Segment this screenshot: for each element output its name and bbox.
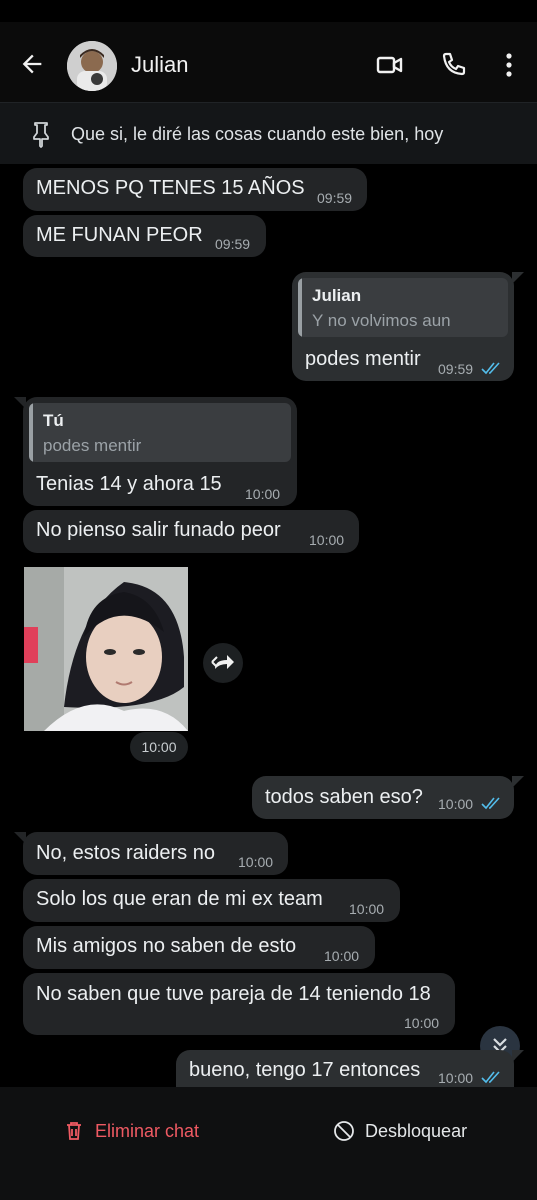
message-time: 10:00: [438, 796, 474, 812]
trash-icon: [67, 1122, 81, 1140]
message-bubble[interactable]: Solo los que eran de mi ex team 10:00: [23, 879, 400, 922]
message-time: 09:59: [438, 361, 474, 377]
message-time: 10:00: [130, 732, 188, 762]
contact-name[interactable]: Julian: [131, 52, 188, 78]
video-call-icon[interactable]: [375, 50, 405, 80]
unblock-button[interactable]: Desbloquear: [365, 1121, 467, 1142]
quote-bar: [29, 403, 33, 462]
message-bubble[interactable]: Julian Y no volvimos aun podes mentir 09…: [292, 272, 514, 381]
message-text: Mis amigos no saben de esto: [36, 935, 297, 957]
forward-icon: [211, 655, 234, 669]
message-bubble[interactable]: No, estos raiders no 10:00: [23, 832, 288, 875]
photo-image: [24, 567, 188, 731]
read-ticks-icon: [481, 1071, 500, 1084]
read-ticks-icon: [481, 797, 500, 810]
message-bubble[interactable]: MENOS PQ TENES 15 AÑOS 09:59: [23, 168, 367, 211]
message-time: 10:00: [404, 1015, 440, 1031]
message-bubble[interactable]: Mis amigos no saben de esto 10:00: [23, 926, 375, 969]
message-time: 09:59: [317, 190, 353, 206]
photo-message[interactable]: [24, 567, 188, 731]
chat-header: Julian: [0, 22, 537, 102]
quote-text: podes mentir: [43, 436, 142, 455]
message-text: ME FUNAN PEOR: [36, 224, 203, 246]
message-time: 10:00: [238, 854, 274, 870]
reply-quote[interactable]: Tú podes mentir: [29, 403, 291, 462]
avatar[interactable]: [67, 41, 117, 91]
message-time: 10:00: [438, 1070, 474, 1086]
message-bubble[interactable]: No saben que tuve pareja de 14 teniendo …: [23, 973, 455, 1035]
quote-author: Julian: [312, 286, 362, 305]
message-bubble[interactable]: No pienso salir funado peor 10:00: [23, 510, 359, 553]
back-arrow-icon[interactable]: [18, 50, 46, 78]
pin-icon: [33, 122, 49, 148]
bubble-tail: [512, 1050, 524, 1062]
read-ticks-icon: [481, 362, 500, 375]
quote-bar: [298, 278, 302, 337]
phone-icon[interactable]: [438, 50, 468, 80]
message-text: Solo los que eran de mi ex team: [36, 888, 323, 910]
blocked-actions-bar: Eliminar chat Desbloquear: [0, 1087, 537, 1200]
message-bubble[interactable]: Tú podes mentir Tenias 14 y ahora 15 10:…: [23, 397, 297, 506]
message-text: No saben que tuve pareja de 14 teniendo …: [36, 983, 431, 1005]
message-text: todos saben eso?: [265, 786, 423, 808]
message-bubble[interactable]: todos saben eso? 10:00: [252, 776, 514, 819]
quote-text: Y no volvimos aun: [312, 311, 451, 330]
message-time: 10:00: [349, 901, 385, 917]
reply-quote[interactable]: Julian Y no volvimos aun: [298, 278, 508, 337]
message-text: bueno, tengo 17 entonces: [189, 1059, 421, 1081]
bubble-tail: [512, 776, 524, 788]
message-text: podes mentir: [305, 348, 421, 370]
pinned-message-bar[interactable]: Que si, le diré las cosas cuando este bi…: [0, 102, 537, 164]
message-time: 10:00: [245, 486, 281, 502]
pinned-message-text: Que si, le diré las cosas cuando este bi…: [71, 124, 444, 144]
bubble-tail: [512, 272, 524, 284]
message-bubble[interactable]: bueno, tengo 17 entonces 10:00: [176, 1050, 514, 1087]
forward-button[interactable]: [203, 643, 243, 683]
message-bubble[interactable]: ME FUNAN PEOR 09:59: [23, 215, 266, 257]
quote-author: Tú: [43, 411, 64, 430]
message-text: Tenias 14 y ahora 15: [36, 473, 222, 495]
delete-chat-button[interactable]: Eliminar chat: [95, 1121, 199, 1142]
message-text: No pienso salir funado peor: [36, 519, 281, 541]
message-time: 10:00: [324, 948, 360, 964]
message-time: 10:00: [309, 532, 345, 548]
message-text: No, estos raiders no: [36, 842, 215, 864]
message-time: 09:59: [215, 236, 251, 252]
more-vert-icon[interactable]: [494, 50, 524, 80]
message-text: MENOS PQ TENES 15 AÑOS: [36, 177, 305, 199]
unblock-icon: [334, 1121, 354, 1141]
